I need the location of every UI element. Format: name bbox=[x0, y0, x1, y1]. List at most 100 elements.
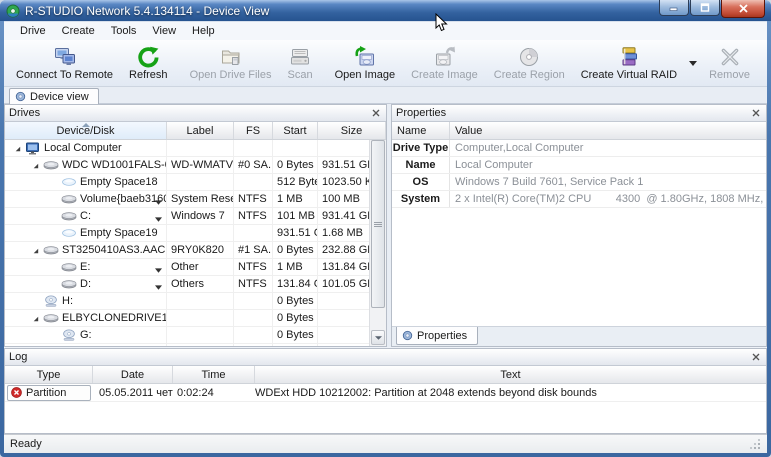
refresh-button[interactable]: Refresh bbox=[121, 40, 176, 86]
properties-empty-area bbox=[392, 208, 766, 326]
device-name: WDC WD1001FALS-00J... bbox=[62, 159, 167, 171]
expander-icon[interactable] bbox=[11, 144, 24, 153]
drives-close-button[interactable] bbox=[370, 107, 382, 119]
menu-create[interactable]: Create bbox=[54, 24, 103, 38]
hdd-icon bbox=[42, 245, 59, 255]
table-row[interactable]: Volume{baeb3160-... System Reser... NTFS… bbox=[5, 191, 370, 208]
app-logo-icon bbox=[6, 4, 20, 18]
empty-space-icon bbox=[60, 177, 77, 187]
table-row[interactable]: C: Windows 7 NTFS 101 MB 931.41 GB bbox=[5, 208, 370, 225]
stop-button[interactable]: STOP Stop bbox=[764, 40, 771, 86]
arrow-down-icon bbox=[375, 336, 382, 340]
column-header-size[interactable]: Size bbox=[318, 122, 386, 139]
toolbar-button-label: Remove bbox=[709, 69, 750, 81]
column-header-type[interactable]: Type bbox=[5, 366, 93, 383]
tab-properties[interactable]: Properties bbox=[396, 327, 478, 345]
resize-grip-icon[interactable] bbox=[749, 438, 761, 450]
drives-scrollbar[interactable] bbox=[369, 140, 386, 346]
title-bar[interactable]: R-STUDIO Network 5.4.134114 - Device Vie… bbox=[0, 0, 771, 21]
column-header-date[interactable]: Date bbox=[93, 366, 173, 383]
column-header-name[interactable]: Name bbox=[392, 122, 450, 139]
create-virtual-raid-button[interactable]: Create Virtual RAID bbox=[573, 40, 685, 86]
create-region-button[interactable]: Create Region bbox=[486, 40, 573, 86]
log-close-button[interactable] bbox=[750, 351, 762, 363]
menu-help[interactable]: Help bbox=[184, 24, 223, 38]
row-dropdown-icon[interactable] bbox=[155, 264, 162, 275]
menu-drive[interactable]: Drive bbox=[12, 24, 54, 38]
minimize-button[interactable] bbox=[659, 0, 689, 16]
expander-icon[interactable] bbox=[29, 246, 42, 255]
row-dropdown-icon[interactable] bbox=[155, 281, 162, 292]
properties-tab-bar: Properties bbox=[392, 326, 766, 346]
close-icon bbox=[752, 353, 760, 361]
column-header-start[interactable]: Start bbox=[273, 122, 318, 139]
column-header-label[interactable]: Label bbox=[167, 122, 234, 139]
hdd-icon bbox=[60, 279, 77, 289]
create-image-button[interactable]: Create Image bbox=[403, 40, 486, 86]
scrollbar-thumb[interactable] bbox=[371, 140, 385, 308]
expander-icon[interactable] bbox=[29, 314, 42, 323]
scan-button[interactable]: Scan bbox=[279, 40, 320, 86]
table-row[interactable]: D: Others NTFS 131.84 GB 101.05 GB bbox=[5, 276, 370, 293]
toolbar-button-label: Open Image bbox=[335, 69, 396, 81]
column-label: Name bbox=[397, 125, 426, 137]
table-row[interactable]: Drive Type Computer,Local Computer bbox=[392, 140, 766, 157]
row-dropdown-icon[interactable] bbox=[155, 213, 162, 224]
table-row[interactable]: E: Other NTFS 1 MB 131.84 GB bbox=[5, 259, 370, 276]
open-image-button[interactable]: Open Image bbox=[327, 40, 404, 86]
hdd-icon bbox=[42, 160, 59, 170]
column-header-text[interactable]: Text bbox=[255, 366, 766, 383]
table-row[interactable]: PIONEERDVD-RW DVR-... 0 Bytes bbox=[5, 344, 370, 346]
table-row[interactable]: H: 0 Bytes bbox=[5, 293, 370, 310]
row-dropdown-icon[interactable] bbox=[155, 196, 162, 207]
table-row[interactable]: Empty Space18 512 Bytes 1023.50 KB bbox=[5, 174, 370, 191]
log-column-header: Type Date Time Text bbox=[5, 366, 766, 384]
create-virtual-raid-dropdown[interactable] bbox=[685, 40, 701, 86]
table-row[interactable]: WDC WD1001FALS-00J... WD-WMATV0... #0 SA… bbox=[5, 157, 370, 174]
column-header-value[interactable]: Value bbox=[450, 122, 766, 139]
menu-view[interactable]: View bbox=[144, 24, 184, 38]
column-header-time[interactable]: Time bbox=[173, 366, 255, 383]
properties-close-button[interactable] bbox=[750, 107, 762, 119]
table-row[interactable]: Local Computer bbox=[5, 140, 370, 157]
table-row[interactable]: ELBYCLONEDRIVE1.4 0 Bytes bbox=[5, 310, 370, 327]
connect-to-remote-button[interactable]: Connect To Remote bbox=[8, 40, 121, 86]
tab-label: Device view bbox=[30, 91, 89, 103]
menu-tools[interactable]: Tools bbox=[103, 24, 145, 38]
status-bar: Ready bbox=[4, 434, 767, 453]
table-row[interactable]: Name Local Computer bbox=[392, 157, 766, 174]
close-button[interactable] bbox=[721, 0, 765, 18]
table-row[interactable]: ST3250410AS3.AAC 9RY0K820 #1 SA... 0 Byt… bbox=[5, 242, 370, 259]
table-row[interactable]: Empty Space19 931.51 GB 1.68 MB bbox=[5, 225, 370, 242]
table-row[interactable]: System 2 x Intel(R) Core(TM)2 CPU 4300 @… bbox=[392, 191, 766, 208]
maximize-button[interactable] bbox=[690, 0, 720, 16]
tab-label: Properties bbox=[417, 330, 467, 342]
tab-device-view[interactable]: Device view bbox=[9, 88, 99, 104]
toolbar: Connect To Remote Refresh Open Drive Fil… bbox=[4, 40, 767, 87]
column-label: Time bbox=[201, 369, 225, 381]
scroll-down-button[interactable] bbox=[371, 330, 385, 345]
device-name: Empty Space19 bbox=[80, 227, 158, 239]
properties-column-header: Name Value bbox=[392, 122, 766, 140]
sort-ascending-icon bbox=[82, 123, 90, 127]
open-drive-files-button[interactable]: Open Drive Files bbox=[182, 40, 280, 86]
column-header-device-disk[interactable]: Device/Disk bbox=[5, 122, 167, 139]
empty-space-icon bbox=[60, 228, 77, 238]
table-row[interactable]: G: 0 Bytes bbox=[5, 327, 370, 344]
log-row[interactable]: Partition 05.05.2011 четв... 0:02:24 WDE… bbox=[5, 384, 766, 402]
log-empty-area bbox=[5, 402, 766, 433]
log-panel-title: Log bbox=[9, 351, 27, 363]
drives-column-header: Device/Disk Label FS Start Size bbox=[5, 122, 386, 140]
column-label: Size bbox=[341, 125, 362, 137]
log-panel: Log Type Date Time Text bbox=[4, 348, 767, 434]
expander-icon[interactable] bbox=[29, 161, 42, 170]
menu-bar: Drive Create Tools View Help bbox=[4, 22, 767, 40]
remove-button[interactable]: Remove bbox=[701, 40, 758, 86]
log-type-cell[interactable]: Partition bbox=[7, 385, 91, 401]
open-drive-files-icon bbox=[219, 45, 243, 69]
log-type-label: Partition bbox=[26, 387, 66, 399]
column-header-fs[interactable]: FS bbox=[234, 122, 273, 139]
device-name: D: bbox=[80, 278, 91, 290]
properties-tab-icon bbox=[402, 330, 413, 341]
table-row[interactable]: OS Windows 7 Build 7601, Service Pack 1 bbox=[392, 174, 766, 191]
